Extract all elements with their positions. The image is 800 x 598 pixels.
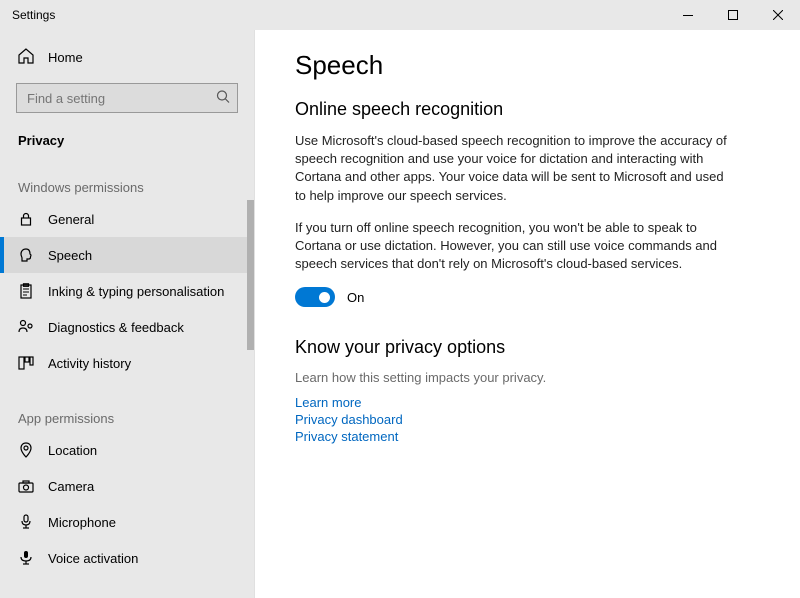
sidebar: Home Privacy Windows permissions General… [0, 30, 255, 598]
sidebar-item-label: Voice activation [48, 551, 138, 566]
window-title: Settings [0, 8, 665, 22]
online-speech-toggle[interactable] [295, 287, 335, 307]
sidebar-item-label: Location [48, 443, 97, 458]
section-title-privacy-options: Know your privacy options [295, 337, 760, 358]
search-wrap [16, 83, 238, 113]
toggle-label: On [347, 290, 364, 305]
sidebar-item-label: Microphone [48, 515, 116, 530]
privacy-subtext: Learn how this setting impacts your priv… [295, 370, 760, 385]
sidebar-item-location[interactable]: Location [0, 432, 254, 468]
section-header-windows-permissions: Windows permissions [0, 166, 254, 201]
lock-icon [18, 211, 34, 227]
privacy-statement-link[interactable]: Privacy statement [295, 429, 760, 444]
titlebar: Settings [0, 0, 800, 30]
sidebar-item-voice-activation[interactable]: Voice activation [0, 540, 254, 576]
sidebar-item-diagnostics[interactable]: Diagnostics & feedback [0, 309, 254, 345]
home-icon [18, 48, 34, 67]
sidebar-scrollbar[interactable] [247, 200, 254, 350]
toggle-row: On [295, 287, 760, 307]
microphone-icon [18, 514, 34, 530]
sidebar-item-label: Activity history [48, 356, 131, 371]
home-button[interactable]: Home [0, 38, 254, 77]
sidebar-item-label: General [48, 212, 94, 227]
maximize-button[interactable] [710, 0, 755, 30]
home-label: Home [48, 50, 83, 65]
sidebar-item-label: Speech [48, 248, 92, 263]
sidebar-item-inking[interactable]: Inking & typing personalisation [0, 273, 254, 309]
speech-head-icon [18, 247, 34, 263]
page-title: Speech [295, 50, 760, 81]
minimize-button[interactable] [665, 0, 710, 30]
location-icon [18, 442, 34, 458]
sidebar-item-microphone[interactable]: Microphone [0, 504, 254, 540]
close-button[interactable] [755, 0, 800, 30]
search-icon [216, 90, 230, 107]
sidebar-item-speech[interactable]: Speech [0, 237, 254, 273]
section-title-online-speech: Online speech recognition [295, 99, 760, 120]
maximize-icon [728, 10, 738, 20]
main-content: Speech Online speech recognition Use Mic… [255, 30, 800, 598]
section-header-app-permissions: App permissions [0, 397, 254, 432]
feedback-icon [18, 319, 34, 335]
sidebar-item-label: Camera [48, 479, 94, 494]
learn-more-link[interactable]: Learn more [295, 395, 760, 410]
window-controls [665, 0, 800, 30]
sidebar-item-label: Diagnostics & feedback [48, 320, 184, 335]
clipboard-icon [18, 283, 34, 299]
sidebar-item-general[interactable]: General [0, 201, 254, 237]
close-icon [773, 10, 783, 20]
camera-icon [18, 478, 34, 494]
minimize-icon [683, 15, 693, 16]
sidebar-item-camera[interactable]: Camera [0, 468, 254, 504]
voice-icon [18, 550, 34, 566]
sidebar-item-activity[interactable]: Activity history [0, 345, 254, 381]
search-input[interactable] [16, 83, 238, 113]
privacy-dashboard-link[interactable]: Privacy dashboard [295, 412, 760, 427]
para-description-1: Use Microsoft's cloud-based speech recog… [295, 132, 735, 205]
sidebar-item-label: Inking & typing personalisation [48, 284, 224, 299]
category-label: Privacy [0, 123, 254, 166]
activity-icon [18, 355, 34, 371]
para-description-2: If you turn off online speech recognitio… [295, 219, 735, 274]
